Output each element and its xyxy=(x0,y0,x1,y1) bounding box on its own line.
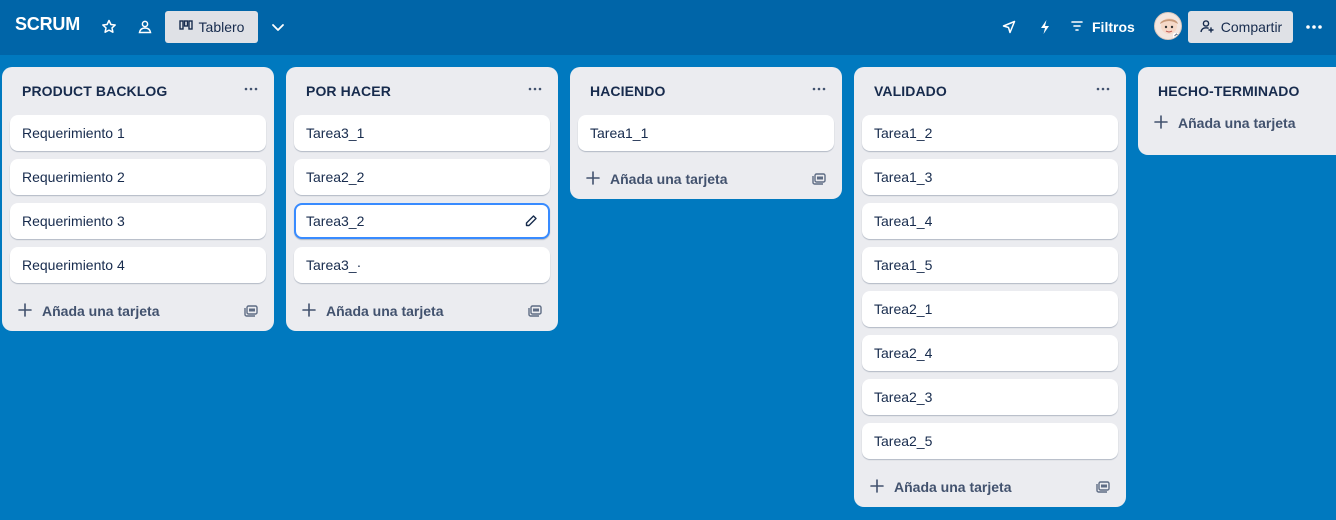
plus-icon xyxy=(586,169,600,190)
card[interactable]: Tarea2_4 xyxy=(862,335,1118,371)
list-menu-icon[interactable] xyxy=(810,81,828,99)
list-product-backlog: PRODUCT BACKLOG Requerimiento 1 Requerim… xyxy=(2,67,274,331)
card[interactable]: Tarea2_1 xyxy=(862,291,1118,327)
add-card-button[interactable]: Añada una tarjeta xyxy=(570,159,842,199)
list-por-hacer: POR HACER Tarea3_1 Tarea2_2 Tarea3_2 Tar… xyxy=(286,67,558,331)
card-template-icon[interactable] xyxy=(1096,479,1110,498)
plus-icon xyxy=(1154,113,1168,134)
plus-icon xyxy=(302,301,316,322)
plus-icon xyxy=(870,477,884,498)
more-icon[interactable] xyxy=(1300,13,1328,41)
chevron-down-icon[interactable] xyxy=(264,13,292,41)
add-card-button[interactable]: Añada una tarjeta xyxy=(854,467,1126,507)
add-card-label: Añada una tarjeta xyxy=(1178,115,1296,131)
card[interactable]: Tarea1_4 xyxy=(862,203,1118,239)
card[interactable]: Tarea2_2 xyxy=(294,159,550,195)
list-title[interactable]: PRODUCT BACKLOG xyxy=(22,83,167,99)
pencil-icon[interactable] xyxy=(524,214,538,231)
list-validado: VALIDADO Tarea1_2 Tarea1_3 Tarea1_4 Tare… xyxy=(854,67,1126,507)
card[interactable]: Tarea1_1 xyxy=(578,115,834,151)
lightning-icon[interactable] xyxy=(1031,13,1059,41)
card[interactable]: Tarea2_5 xyxy=(862,423,1118,459)
board-title[interactable]: SCRUM xyxy=(15,14,80,35)
list-menu-icon[interactable] xyxy=(242,81,260,99)
list-title[interactable]: POR HACER xyxy=(306,83,391,99)
card-label: Tarea3_2 xyxy=(306,213,365,229)
card-template-icon[interactable] xyxy=(528,303,542,322)
card[interactable]: Tarea1_2 xyxy=(862,115,1118,151)
list-title[interactable]: HACIENDO xyxy=(590,83,665,99)
list-hecho-terminado: HECHO-TERMINADO Añada una tarjeta xyxy=(1138,67,1336,155)
list-menu-icon[interactable] xyxy=(1094,81,1112,99)
list-header: HECHO-TERMINADO xyxy=(1138,67,1336,107)
card[interactable]: Tarea1_5 xyxy=(862,247,1118,283)
rocket-icon[interactable] xyxy=(995,13,1023,41)
board-view-button[interactable]: Tablero xyxy=(165,11,258,43)
card-template-icon[interactable] xyxy=(244,303,258,322)
card[interactable]: Requerimiento 2 xyxy=(10,159,266,195)
card[interactable]: Requerimiento 4 xyxy=(10,247,266,283)
board-header: SCRUM Tablero Filtros Compartir xyxy=(0,0,1336,55)
card[interactable]: Tarea2_3 xyxy=(862,379,1118,415)
avatar[interactable] xyxy=(1154,12,1182,40)
list-header: HACIENDO xyxy=(570,67,842,113)
card-template-icon[interactable] xyxy=(812,171,826,190)
card[interactable]: Tarea1_3 xyxy=(862,159,1118,195)
list-menu-icon[interactable] xyxy=(526,81,544,99)
filter-icon xyxy=(1070,19,1084,35)
share-label: Compartir xyxy=(1220,19,1283,35)
list-title[interactable]: HECHO-TERMINADO xyxy=(1158,83,1300,99)
share-button[interactable]: Compartir xyxy=(1188,11,1293,43)
card[interactable]: Requerimiento 3 xyxy=(10,203,266,239)
list-header: PRODUCT BACKLOG xyxy=(2,67,274,113)
add-card-label: Añada una tarjeta xyxy=(610,171,728,187)
card[interactable]: Requerimiento 1 xyxy=(10,115,266,151)
list-title[interactable]: VALIDADO xyxy=(874,83,947,99)
filters-button[interactable]: Filtros xyxy=(1070,13,1135,41)
add-card-button[interactable]: Añada una tarjeta xyxy=(286,291,558,331)
add-card-button[interactable]: Añada una tarjeta xyxy=(1138,107,1336,147)
plus-icon xyxy=(18,301,32,322)
add-card-label: Añada una tarjeta xyxy=(894,479,1012,495)
star-icon[interactable] xyxy=(95,13,123,41)
card[interactable]: Tarea3_1 xyxy=(294,115,550,151)
add-user-icon xyxy=(1199,18,1215,37)
list-header: POR HACER xyxy=(286,67,558,113)
add-card-label: Añada una tarjeta xyxy=(42,303,160,319)
list-haciendo: HACIENDO Tarea1_1 Añada una tarjeta xyxy=(570,67,842,199)
card-selected[interactable]: Tarea3_2 xyxy=(294,203,550,239)
workspace-icon[interactable] xyxy=(131,13,159,41)
card[interactable]: Tarea3_· xyxy=(294,247,550,283)
add-card-label: Añada una tarjeta xyxy=(326,303,444,319)
board-view-icon xyxy=(178,19,193,35)
add-card-button[interactable]: Añada una tarjeta xyxy=(2,291,274,331)
board-view-label: Tablero xyxy=(198,19,245,35)
list-header: VALIDADO xyxy=(854,67,1126,113)
filters-label: Filtros xyxy=(1092,19,1135,35)
